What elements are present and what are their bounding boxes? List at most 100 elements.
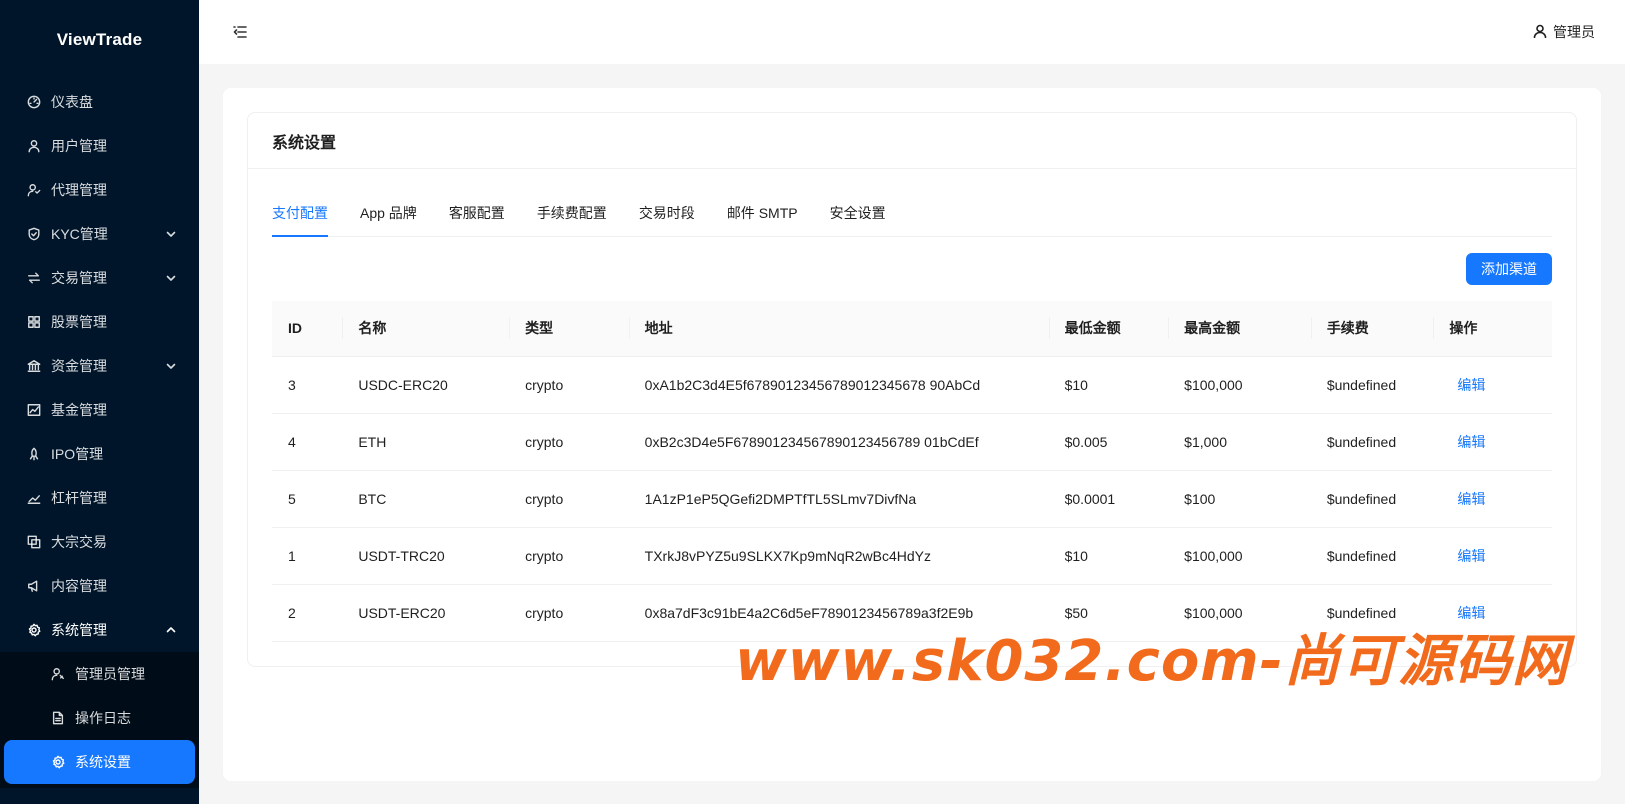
sidebar-item-label: 系统管理 (51, 622, 107, 638)
table-row: 3 USDC-ERC20 crypto 0xA1b2C3d4E5f6789012345… (272, 356, 1552, 414)
edit-link[interactable]: 编辑 (1449, 434, 1493, 450)
cell-id: 1 (272, 527, 343, 585)
cell-id: 3 (272, 356, 343, 414)
cell-actions: 编辑 (1433, 584, 1552, 642)
tab-5[interactable]: 邮件 SMTP (727, 189, 798, 236)
sidebar-item-label: 交易管理 (51, 270, 107, 286)
shield-icon (26, 226, 42, 242)
tab-1[interactable]: App 品牌 (360, 189, 417, 236)
cell-id: 4 (272, 413, 343, 471)
sidebar-item-3[interactable]: KYC管理 (0, 212, 199, 256)
chevron-up-icon (165, 624, 177, 636)
edit-link[interactable]: 编辑 (1449, 377, 1493, 393)
table-row: 1 USDT-TRC20 crypto TXrkJ8vPYZ5u9SLKX7Kp9mN… (272, 527, 1552, 585)
column-header: ID (272, 301, 343, 357)
chevron-down-icon (165, 360, 177, 372)
sidebar-item-label: 用户管理 (51, 138, 107, 154)
column-header: 类型 (509, 301, 629, 357)
table-row: 4 ETH crypto 0xB2c3D4e5F6789012345678901234… (272, 413, 1552, 471)
gear-icon (26, 622, 42, 638)
payment-channel-table: ID 名称 类型 地址 最低金额 最高金额 手续费 操作 3 USDC-ERC20 crypto 0… (272, 301, 1552, 642)
block-icon (26, 534, 42, 550)
sidebar-item-11[interactable]: 内容管理 (0, 564, 199, 608)
cell-type: crypto (509, 470, 629, 528)
cell-max: $100 (1168, 470, 1311, 528)
edit-link[interactable]: 编辑 (1449, 548, 1493, 564)
cell-min: $0.0001 (1048, 470, 1169, 528)
cell-min: $10 (1048, 527, 1169, 585)
add-channel-button[interactable]: 添加渠道 (1466, 253, 1552, 285)
column-header: 手续费 (1310, 301, 1434, 357)
settings-card: 系统设置 支付配置 App 品牌 客服配置 手续费配置 交易时段 邮件 SMTP 安全设置 … (247, 112, 1577, 667)
sidebar-item-9[interactable]: 杠杆管理 (0, 476, 199, 520)
sidebar-item-label: 资金管理 (51, 358, 107, 374)
notification-icon (26, 578, 42, 594)
cell-fee: $undefined (1310, 470, 1434, 528)
column-header: 最高金额 (1168, 301, 1311, 357)
tab-0[interactable]: 支付配置 (272, 189, 328, 237)
cell-name: USDC-ERC20 (342, 356, 510, 414)
cell-type: crypto (509, 413, 629, 471)
column-header: 操作 (1433, 301, 1552, 357)
cell-id: 5 (272, 470, 343, 528)
cell-fee: $undefined (1310, 584, 1434, 642)
column-header: 名称 (342, 301, 510, 357)
content-area: 系统设置 支付配置 App 品牌 客服配置 手续费配置 交易时段 邮件 SMTP 安全设置 … (223, 88, 1601, 781)
sidebar-item-2[interactable]: 代理管理 (0, 168, 199, 212)
app-logo[interactable]: ViewTrade (0, 0, 199, 80)
sidebar-item-label: 杠杆管理 (51, 490, 107, 506)
cell-min: $0.005 (1048, 413, 1169, 471)
sidebar-item-label: 股票管理 (51, 314, 107, 330)
user-icon (1533, 24, 1547, 41)
user-icon (26, 138, 42, 154)
table-row: 5 BTC crypto 1A1zP1eP5QGefi2DMPTfTL5SLmv7Di… (272, 470, 1552, 528)
tab-6[interactable]: 安全设置 (830, 189, 886, 236)
cell-name: USDT-TRC20 (342, 527, 510, 585)
user-menu[interactable]: 管理员 (1533, 22, 1595, 42)
submenu-item-0[interactable]: 管理员管理 (0, 652, 199, 696)
cell-actions: 编辑 (1433, 413, 1552, 471)
edit-link[interactable]: 编辑 (1449, 605, 1493, 621)
swap-icon (26, 270, 42, 286)
cell-actions: 编辑 (1433, 356, 1552, 414)
table-row: 2 USDT-ERC20 crypto 0x8a7dF3c91bE4a2C6d5eF7… (272, 584, 1552, 642)
gear-icon (50, 754, 66, 770)
submenu-item-1[interactable]: 操作日志 (0, 696, 199, 740)
sidebar-item-label: 大宗交易 (51, 534, 107, 550)
cell-address: 0xA1b2C3d4E5f67890123456789012345678 90A… (628, 356, 1049, 414)
sidebar-item-0[interactable]: 仪表盘 (0, 80, 199, 124)
submenu-item-2[interactable]: 系统设置 (4, 740, 195, 784)
sidebar-item-7[interactable]: 基金管理 (0, 388, 199, 432)
sidebar-item-label: 仪表盘 (51, 94, 93, 110)
cell-name: BTC (342, 470, 510, 528)
cell-actions: 编辑 (1433, 527, 1552, 585)
cell-name: ETH (342, 413, 510, 471)
sidebar-item-1[interactable]: 用户管理 (0, 124, 199, 168)
cell-name: USDT-ERC20 (342, 584, 510, 642)
cell-min: $10 (1048, 356, 1169, 414)
dashboard-icon (26, 94, 42, 110)
sidebar-item-5[interactable]: 股票管理 (0, 300, 199, 344)
grid-icon (26, 314, 42, 330)
top-header: 管理员 (199, 0, 1625, 64)
sidebar-item-label: 代理管理 (51, 182, 107, 198)
agent-icon (26, 182, 42, 198)
sidebar-item-10[interactable]: 大宗交易 (0, 520, 199, 564)
edit-link[interactable]: 编辑 (1449, 491, 1493, 507)
cell-id: 2 (272, 584, 343, 642)
tab-4[interactable]: 交易时段 (639, 189, 695, 236)
menu-fold-icon[interactable] (231, 23, 249, 41)
tab-2[interactable]: 客服配置 (449, 189, 505, 236)
cell-type: crypto (509, 527, 629, 585)
sidebar-item-6[interactable]: 资金管理 (0, 344, 199, 388)
cell-fee: $undefined (1310, 527, 1434, 585)
cell-fee: $undefined (1310, 356, 1434, 414)
sidebar-item-8[interactable]: IPO管理 (0, 432, 199, 476)
cell-address: 0xB2c3D4e5F678901234567890123456789 01bC… (628, 413, 1049, 471)
cell-type: crypto (509, 584, 629, 642)
submenu-item-label: 管理员管理 (75, 666, 145, 682)
sidebar-item-4[interactable]: 交易管理 (0, 256, 199, 300)
cell-address: 1A1zP1eP5QGefi2DMPTfTL5SLmv7DivfNa (628, 470, 1049, 528)
tab-3[interactable]: 手续费配置 (537, 189, 607, 236)
sidebar-item-12[interactable]: 系统管理 (0, 608, 199, 652)
